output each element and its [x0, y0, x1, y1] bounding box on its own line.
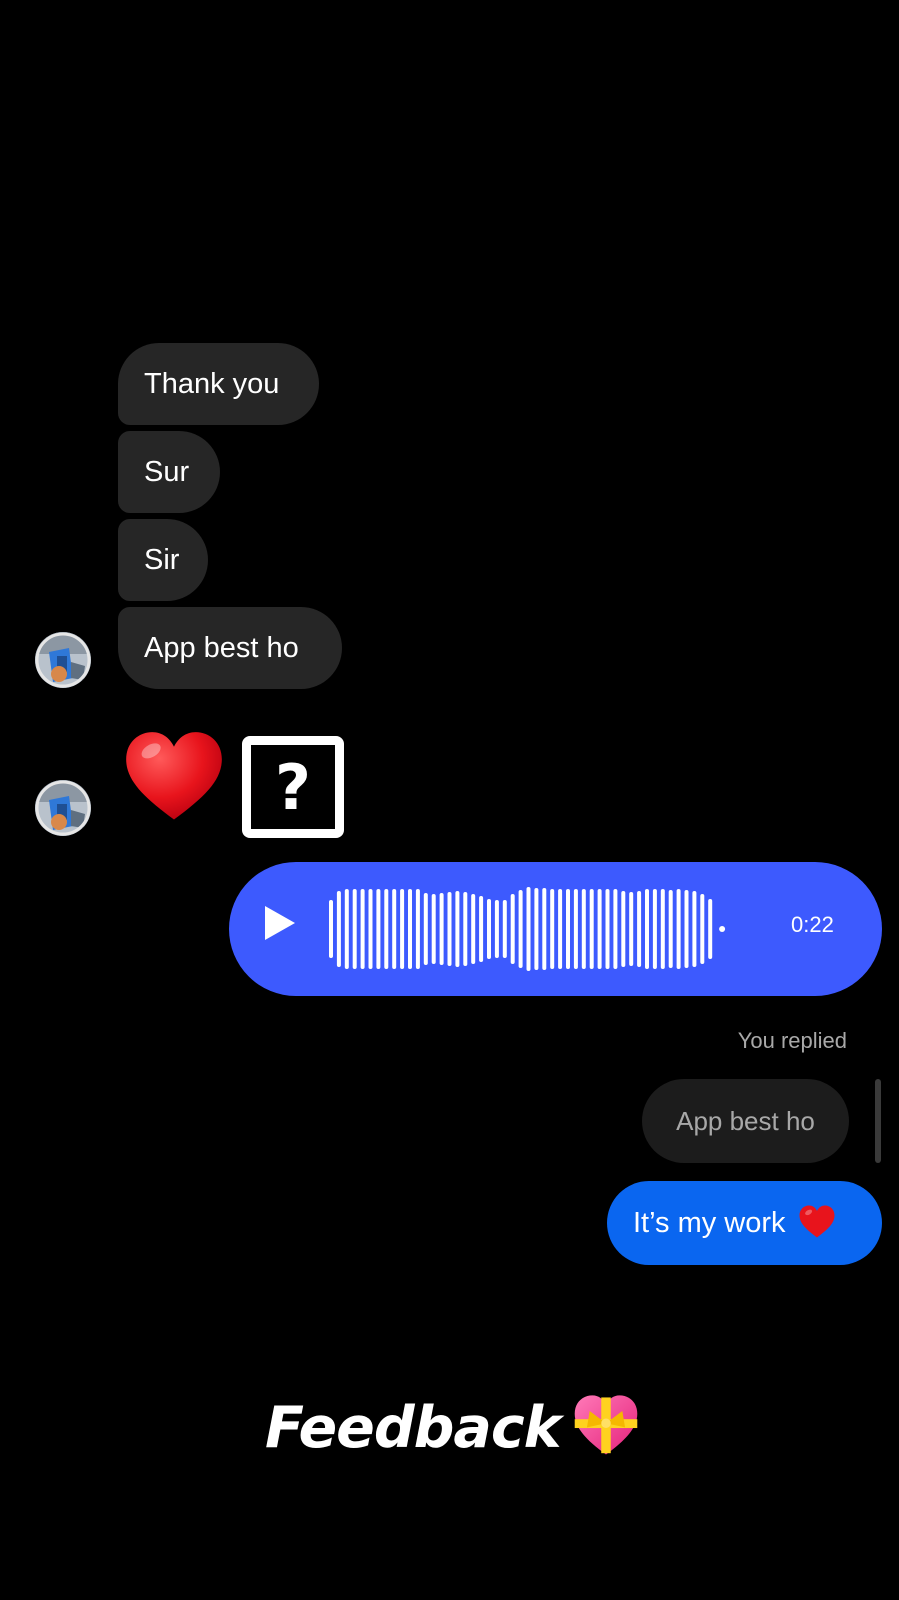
waveform-bar	[573, 889, 578, 969]
waveform-bar	[502, 900, 507, 958]
waveform-bar	[558, 889, 563, 969]
waveform-bar	[376, 889, 381, 969]
incoming-message[interactable]: App best ho	[118, 607, 342, 689]
waveform-bar	[329, 900, 333, 958]
waveform-bar	[518, 890, 523, 968]
waveform-bar	[605, 889, 610, 969]
incoming-message[interactable]: Sur	[118, 431, 220, 513]
question-mark: ?	[251, 745, 335, 829]
playhead-dot[interactable]	[719, 926, 726, 932]
waveform-bar	[589, 889, 594, 969]
waveform-bar	[392, 889, 397, 969]
waveform-bar	[684, 890, 689, 968]
waveform-bar	[534, 888, 539, 970]
waveform-bar	[360, 889, 365, 969]
quoted-message[interactable]: App best ho	[642, 1079, 849, 1163]
waveform-bar	[510, 894, 515, 964]
voice-message[interactable]: 0:22	[229, 862, 882, 996]
waveform-bar	[344, 889, 349, 969]
waveform-bar	[629, 892, 634, 966]
incoming-message[interactable]: Sir	[118, 519, 208, 601]
sender-avatar[interactable]	[35, 780, 91, 836]
waveform-bar	[471, 894, 476, 964]
waveform-bar	[423, 893, 428, 965]
avatar-photo	[35, 632, 91, 688]
waveform-bar	[652, 889, 657, 969]
audio-waveform[interactable]	[329, 862, 769, 996]
waveform-bar	[455, 891, 460, 967]
waveform-bar	[526, 887, 531, 971]
waveform-bar	[700, 894, 705, 964]
quoted-text: App best ho	[676, 1105, 815, 1136]
waveform-bar	[668, 890, 673, 968]
waveform-bar	[439, 893, 444, 965]
message-text: Sir	[144, 543, 180, 576]
play-icon[interactable]	[265, 906, 295, 940]
waveform-bar	[597, 889, 602, 969]
waveform-bar	[637, 891, 642, 967]
waveform-bar	[645, 889, 649, 969]
waveform-bar	[479, 896, 484, 962]
message-text: It’s my work	[633, 1206, 786, 1239]
waveform-bar	[336, 891, 341, 967]
waveform-bar	[431, 894, 436, 964]
red-heart-emoji[interactable]	[122, 728, 226, 832]
waveform-bar	[566, 889, 570, 969]
voice-duration: 0:22	[791, 912, 834, 937]
waveform-bar	[384, 889, 389, 969]
sender-avatar[interactable]	[35, 632, 91, 688]
replied-label: You replied	[737, 1028, 847, 1053]
waveform-bar	[621, 891, 626, 967]
waveform-bar	[542, 888, 547, 970]
waveform-bar	[415, 889, 420, 969]
waveform-bar	[676, 889, 681, 969]
waveform-bar	[400, 889, 405, 969]
waveform-bar	[463, 892, 468, 966]
reply-indicator-bar	[875, 1079, 881, 1163]
unsupported-glyph-icon: ?	[242, 736, 344, 838]
message-text: App best ho	[144, 631, 299, 664]
waveform-bar	[550, 889, 555, 969]
avatar-photo	[35, 780, 91, 836]
waveform-bar	[708, 899, 713, 959]
heart-with-ribbon-icon	[574, 1395, 638, 1455]
waveform-bar	[660, 889, 665, 969]
waveform-bar	[494, 900, 499, 958]
waveform-bar	[368, 889, 373, 969]
chat-screen: Thank you Sur Sir App best ho ? 0:22 You…	[0, 0, 899, 1600]
outgoing-message[interactable]: It’s my work	[607, 1181, 882, 1265]
waveform-bar	[692, 891, 697, 967]
waveform-bar	[447, 892, 452, 966]
waveform-bar	[581, 889, 586, 969]
incoming-message[interactable]: Thank you	[118, 343, 319, 425]
waveform-bar	[352, 889, 357, 969]
red-heart-icon	[799, 1205, 835, 1238]
waveform-bar	[408, 889, 412, 969]
waveform-bar	[487, 899, 491, 959]
message-text: Thank you	[144, 367, 280, 400]
feedback-caption: Feedback	[265, 1395, 562, 1461]
waveform-bar	[613, 889, 618, 969]
message-text: Sur	[144, 455, 190, 488]
